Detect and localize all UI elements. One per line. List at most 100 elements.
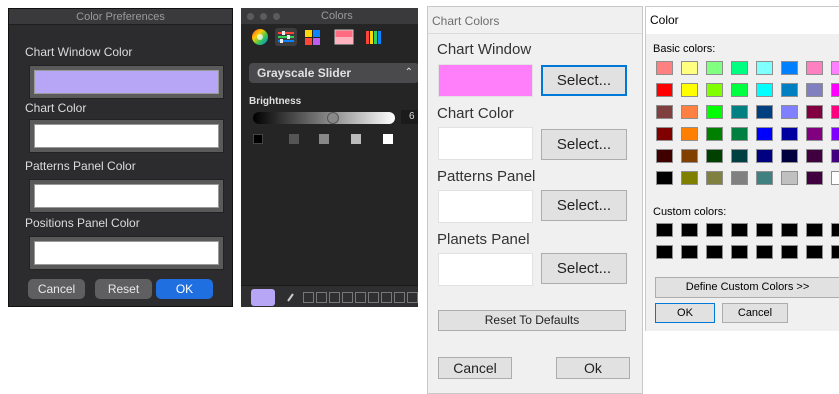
basic-color-swatch[interactable] xyxy=(831,149,839,163)
custom-color-swatch[interactable] xyxy=(781,245,798,259)
custom-color-swatch[interactable] xyxy=(731,245,748,259)
close-window-icon[interactable] xyxy=(247,13,254,20)
basic-color-swatch[interactable] xyxy=(731,127,748,141)
custom-color-swatch[interactable] xyxy=(831,223,839,237)
define-custom-colors-button[interactable]: Define Custom Colors >> xyxy=(655,277,839,298)
custom-color-swatch[interactable] xyxy=(806,223,823,237)
basic-color-swatch[interactable] xyxy=(706,171,723,185)
custom-color-swatch[interactable] xyxy=(731,223,748,237)
basic-color-swatch[interactable] xyxy=(831,61,839,75)
custom-color-swatch[interactable] xyxy=(756,245,773,259)
chart-color-well[interactable] xyxy=(29,119,224,153)
cancel-button[interactable]: Cancel xyxy=(722,303,788,323)
custom-color-swatch[interactable] xyxy=(806,245,823,259)
basic-color-swatch[interactable] xyxy=(831,83,839,97)
saved-color-cell[interactable] xyxy=(407,292,418,303)
color-wheel-icon[interactable] xyxy=(249,28,271,46)
slider-mode-popup[interactable]: Grayscale Slider ⌃ xyxy=(249,63,418,83)
saved-color-cell[interactable] xyxy=(316,292,327,303)
basic-color-swatch[interactable] xyxy=(831,171,839,185)
basic-color-swatch[interactable] xyxy=(706,61,723,75)
patterns-panel-color-well[interactable] xyxy=(29,179,224,213)
saved-color-cell[interactable] xyxy=(368,292,379,303)
basic-color-swatch[interactable] xyxy=(756,105,773,119)
basic-color-swatch[interactable] xyxy=(781,105,798,119)
basic-color-swatch[interactable] xyxy=(806,83,823,97)
saved-color-cell[interactable] xyxy=(329,292,340,303)
basic-color-swatch[interactable] xyxy=(756,127,773,141)
eyedropper-icon[interactable] xyxy=(287,292,295,302)
basic-color-swatch[interactable] xyxy=(806,61,823,75)
basic-color-swatch[interactable] xyxy=(656,127,673,141)
basic-color-swatch[interactable] xyxy=(706,127,723,141)
basic-color-swatch[interactable] xyxy=(706,105,723,119)
basic-color-swatch[interactable] xyxy=(806,149,823,163)
basic-color-swatch[interactable] xyxy=(781,171,798,185)
basic-color-swatch[interactable] xyxy=(656,171,673,185)
custom-color-swatch[interactable] xyxy=(656,245,673,259)
cancel-button[interactable]: Cancel xyxy=(438,357,512,379)
chart-window-color-well[interactable] xyxy=(29,65,224,99)
custom-color-swatch[interactable] xyxy=(656,223,673,237)
cancel-button[interactable]: Cancel xyxy=(28,279,85,299)
brightness-value-field[interactable]: 6 xyxy=(401,110,418,124)
ok-button[interactable]: OK xyxy=(655,303,715,323)
gray-preset-light[interactable] xyxy=(351,134,361,144)
reset-button[interactable]: Reset xyxy=(95,279,152,299)
basic-color-swatch[interactable] xyxy=(656,61,673,75)
ok-button[interactable]: Ok xyxy=(556,357,630,379)
basic-color-swatch[interactable] xyxy=(706,83,723,97)
chart-color-select-button[interactable]: Select... xyxy=(541,129,627,160)
custom-color-swatch[interactable] xyxy=(706,223,723,237)
basic-color-swatch[interactable] xyxy=(681,149,698,163)
color-palettes-icon[interactable] xyxy=(303,28,325,46)
planets-panel-select-button[interactable]: Select... xyxy=(541,253,627,284)
basic-color-swatch[interactable] xyxy=(806,171,823,185)
crayons-icon[interactable] xyxy=(363,28,385,46)
gray-preset-dark[interactable] xyxy=(289,134,299,144)
basic-color-swatch[interactable] xyxy=(756,171,773,185)
basic-color-swatch[interactable] xyxy=(731,171,748,185)
saved-color-cell[interactable] xyxy=(303,292,314,303)
zoom-window-icon[interactable] xyxy=(273,13,280,20)
basic-color-swatch[interactable] xyxy=(731,149,748,163)
basic-color-swatch[interactable] xyxy=(781,127,798,141)
patterns-panel-select-button[interactable]: Select... xyxy=(541,190,627,221)
basic-color-swatch[interactable] xyxy=(806,127,823,141)
custom-color-swatch[interactable] xyxy=(831,245,839,259)
saved-color-cell[interactable] xyxy=(381,292,392,303)
ok-button[interactable]: OK xyxy=(156,279,213,299)
gray-preset-mid[interactable] xyxy=(319,134,329,144)
basic-color-swatch[interactable] xyxy=(681,83,698,97)
basic-color-swatch[interactable] xyxy=(781,149,798,163)
basic-color-swatch[interactable] xyxy=(656,149,673,163)
basic-color-swatch[interactable] xyxy=(681,105,698,119)
minimize-window-icon[interactable] xyxy=(260,13,267,20)
basic-color-swatch[interactable] xyxy=(706,149,723,163)
basic-color-swatch[interactable] xyxy=(681,127,698,141)
chart-window-select-button[interactable]: Select... xyxy=(541,65,627,96)
custom-color-swatch[interactable] xyxy=(681,223,698,237)
basic-color-swatch[interactable] xyxy=(781,61,798,75)
saved-color-cell[interactable] xyxy=(342,292,353,303)
color-sliders-icon[interactable] xyxy=(275,28,297,46)
brightness-slider-track[interactable] xyxy=(253,112,395,124)
gray-preset-black[interactable] xyxy=(253,134,263,144)
gray-preset-white[interactable] xyxy=(383,134,393,144)
basic-color-swatch[interactable] xyxy=(781,83,798,97)
basic-color-swatch[interactable] xyxy=(756,149,773,163)
custom-color-swatch[interactable] xyxy=(781,223,798,237)
basic-color-swatch[interactable] xyxy=(806,105,823,119)
basic-color-swatch[interactable] xyxy=(731,83,748,97)
image-palettes-icon[interactable] xyxy=(333,28,355,46)
custom-color-swatch[interactable] xyxy=(756,223,773,237)
brightness-slider-knob[interactable] xyxy=(327,112,339,124)
basic-color-swatch[interactable] xyxy=(831,105,839,119)
basic-color-swatch[interactable] xyxy=(681,171,698,185)
basic-color-swatch[interactable] xyxy=(831,127,839,141)
current-color-swatch[interactable] xyxy=(251,289,275,306)
basic-color-swatch[interactable] xyxy=(681,61,698,75)
custom-color-swatch[interactable] xyxy=(706,245,723,259)
basic-color-swatch[interactable] xyxy=(656,83,673,97)
basic-color-swatch[interactable] xyxy=(731,61,748,75)
